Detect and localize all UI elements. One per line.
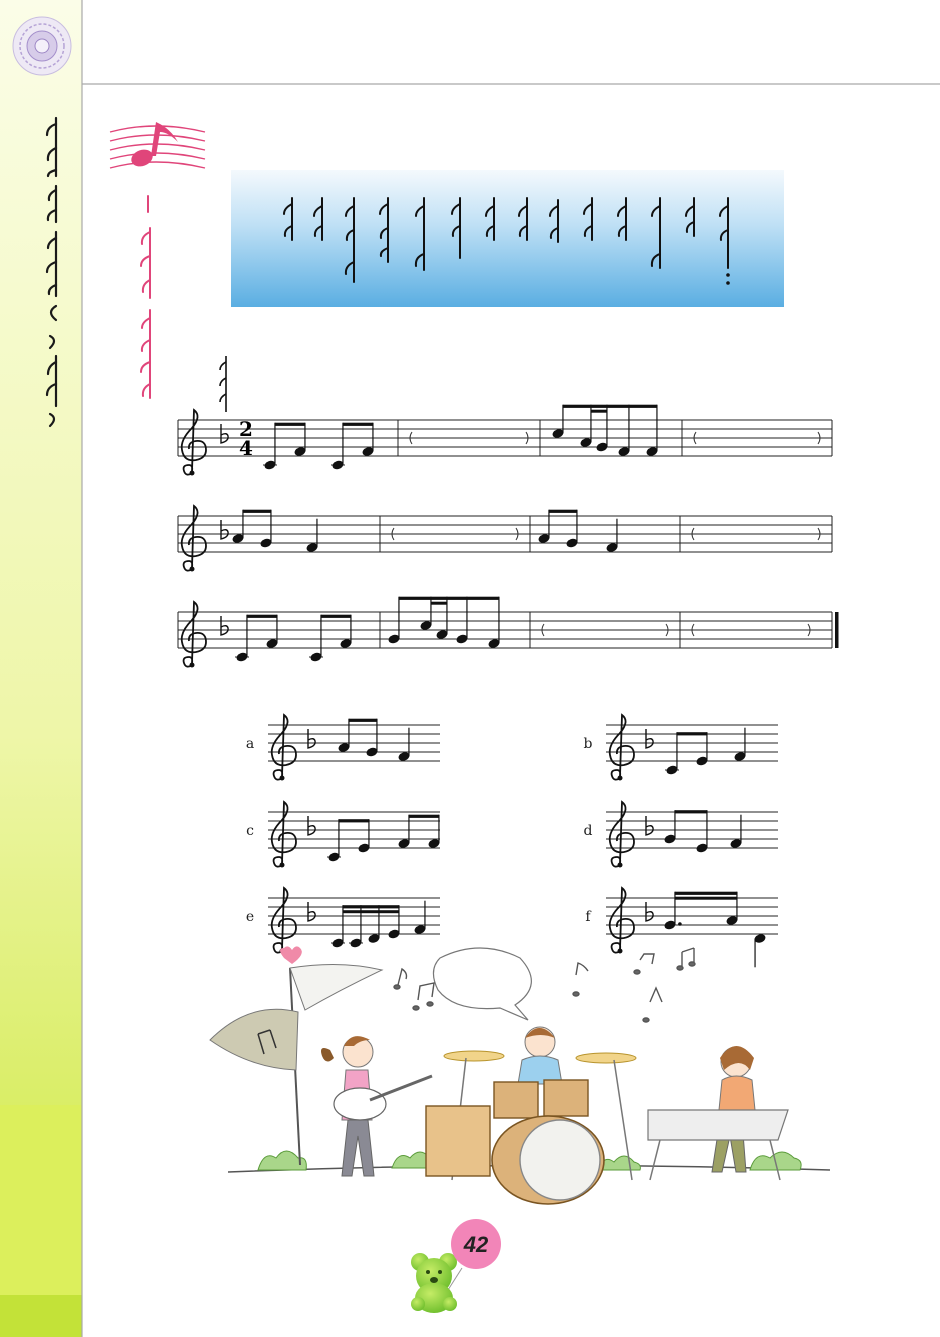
flat-sign [307,816,316,836]
beam [674,891,737,895]
option-label: d [584,823,593,839]
section-heading-vertical [140,195,151,399]
flat-sign [645,902,654,922]
beam [246,614,277,618]
flat-sign [645,729,654,749]
tempo-marking [219,356,227,412]
beam [548,509,577,513]
flat-sign [307,902,316,922]
option-e: e [246,886,440,954]
flat-sign [645,816,654,836]
beam-secondary [590,409,607,413]
clef-tail [189,566,195,572]
option-label: f [585,909,592,925]
beam [348,718,377,722]
page-number-badge: 42 [451,1219,501,1269]
option-d: d [584,800,778,868]
beam [274,422,305,426]
option-label: b [584,736,593,752]
beam [338,819,369,823]
option-a: a [246,713,440,781]
left-sidebar [0,0,83,1337]
beam [342,422,373,426]
page-number: 42 [463,1232,489,1257]
clef-tail [279,862,285,868]
beam [242,509,271,513]
option-label: a [246,736,254,752]
clef-tail [617,775,623,781]
beam [342,905,399,909]
beam [676,732,707,736]
option-c: c [246,800,440,868]
flat-sign [220,424,229,444]
beam [320,614,351,618]
clef-tail [279,775,285,781]
clef-tail [189,470,195,476]
beam-secondary [674,896,737,900]
score: 24 [177,404,839,668]
band-illustration [209,946,831,1205]
beam [562,404,657,408]
staff-system: 24 [177,404,833,476]
option-label: c [246,823,254,839]
textbook-page: 24 a b c d e f 42 [0,0,940,1337]
beam-secondary [430,601,447,605]
speech-bubble-icon [432,947,532,1021]
beam-secondary [342,910,399,914]
beam [398,596,499,600]
clef-tail [617,862,623,868]
final-barline [835,612,839,648]
staff-system [177,504,833,572]
clef-tail [617,948,623,954]
beam [408,814,439,818]
flat-sign [220,520,229,540]
music-note-icon [109,122,206,169]
flat-sign [307,729,316,749]
instruction-banner [231,170,784,307]
beam [674,810,707,814]
teddy-bear-icon [411,1253,463,1313]
clef-tail [189,662,195,668]
answer-options: a b c d e f [246,713,778,968]
staff-system [177,596,839,668]
rosette-emblem-icon [12,16,72,76]
dot [678,922,682,926]
option-label: e [246,909,254,925]
flat-sign [220,616,229,636]
option-b: b [584,713,778,781]
time-signature-bottom: 4 [239,436,253,460]
